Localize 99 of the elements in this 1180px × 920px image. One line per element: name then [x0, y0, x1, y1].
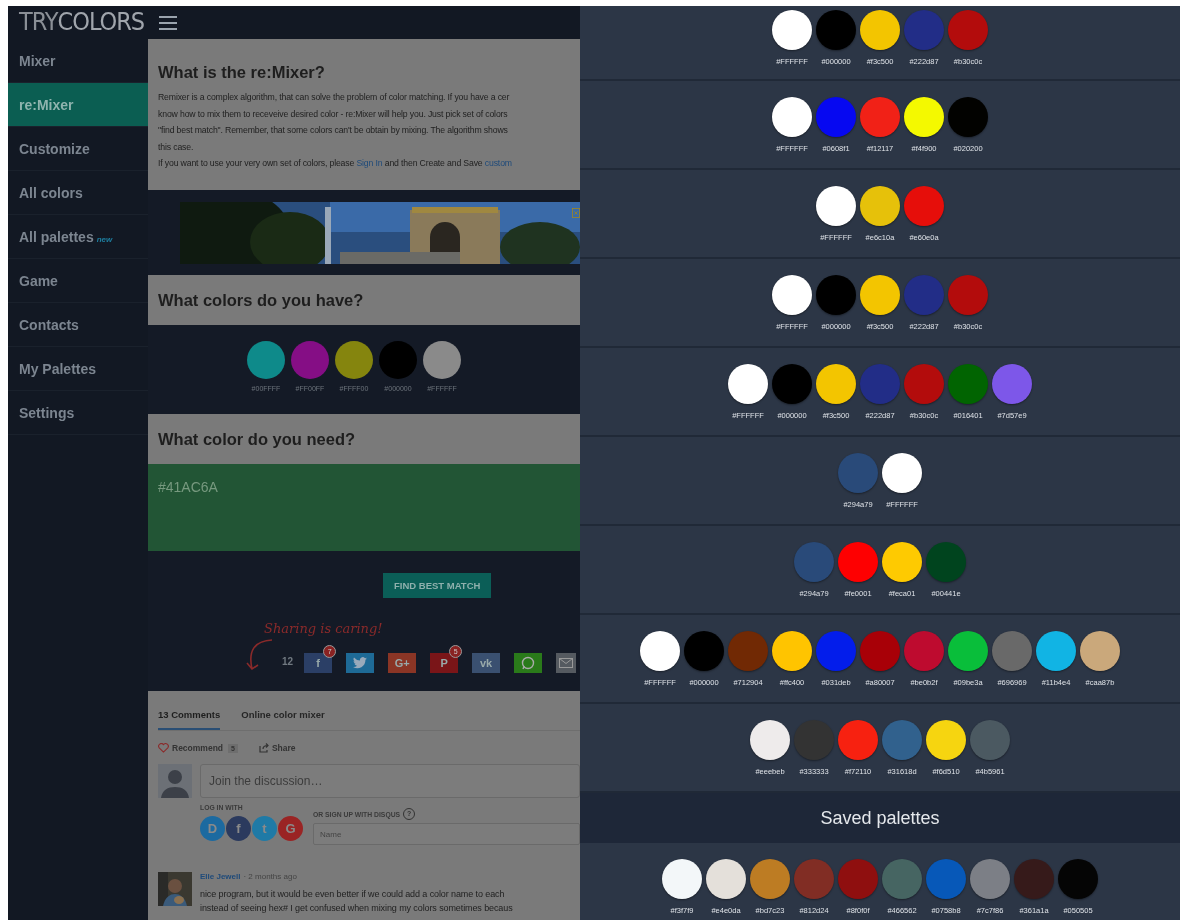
color-swatch[interactable] — [904, 97, 944, 137]
color-swatch[interactable] — [970, 720, 1010, 760]
color-swatch[interactable] — [860, 275, 900, 315]
color-swatch[interactable] — [992, 364, 1032, 404]
color-swatch[interactable] — [662, 859, 702, 899]
section-title: What colors do you have? — [158, 290, 364, 310]
color-swatch[interactable] — [772, 97, 812, 137]
color-swatch[interactable] — [772, 364, 812, 404]
twitter-share-button[interactable] — [346, 653, 375, 673]
email-share-button[interactable] — [556, 653, 577, 673]
color-swatch[interactable] — [904, 364, 944, 404]
color-swatch[interactable] — [904, 186, 944, 226]
color-input-field[interactable]: #41AC6A — [148, 464, 580, 551]
color-swatch[interactable] — [794, 542, 834, 582]
whatsapp-share-button[interactable] — [514, 653, 543, 673]
color-swatch[interactable] — [247, 341, 285, 379]
comments-tab[interactable]: 13 Comments — [158, 709, 221, 730]
comment-input-field[interactable]: Join the discussion… — [200, 764, 580, 798]
color-swatch[interactable] — [750, 720, 790, 760]
vk-share-button[interactable]: vk — [472, 653, 501, 673]
color-swatch[interactable] — [1014, 859, 1054, 899]
color-swatch[interactable] — [816, 364, 856, 404]
color-swatch[interactable] — [948, 631, 988, 671]
color-swatch[interactable] — [860, 97, 900, 137]
color-swatch[interactable] — [948, 364, 988, 404]
color-swatch[interactable] — [816, 631, 856, 671]
sidebar-item[interactable]: re:Mixer — [8, 83, 148, 127]
color-swatch[interactable] — [728, 364, 768, 404]
color-swatch[interactable] — [904, 631, 944, 671]
recommend-button[interactable]: Recommend — [158, 743, 223, 753]
color-swatch[interactable] — [904, 10, 944, 50]
color-swatch[interactable] — [882, 720, 922, 760]
share-icon — [258, 743, 269, 753]
color-swatch[interactable] — [860, 631, 900, 671]
comment-text: nice program, but it would be even better if we could add a color name to each instead of seeing hex# I get confused when mixing my colors sometimes becaus — [200, 888, 514, 915]
color-swatch[interactable] — [794, 859, 834, 899]
section-title: What color do you need? — [158, 429, 356, 449]
custom-link[interactable]: custom — [484, 158, 512, 168]
color-swatch[interactable] — [948, 97, 988, 137]
color-swatch[interactable] — [291, 341, 329, 379]
color-swatch[interactable] — [860, 10, 900, 50]
color-swatch[interactable] — [772, 10, 812, 50]
speech-bubble-icon — [521, 656, 536, 670]
pinterest-share-button[interactable]: P — [430, 653, 459, 673]
color-swatch[interactable] — [838, 859, 878, 899]
login-option-button[interactable]: f — [226, 816, 251, 841]
color-swatch[interactable] — [1036, 631, 1076, 671]
color-swatch[interactable] — [948, 275, 988, 315]
color-swatch[interactable] — [1080, 631, 1120, 671]
color-swatch[interactable] — [970, 859, 1010, 899]
color-swatch[interactable] — [684, 631, 724, 671]
comment-author-link[interactable]: Elle Jewell — [200, 872, 241, 881]
color-swatch[interactable] — [1058, 859, 1098, 899]
color-swatch[interactable] — [860, 186, 900, 226]
color-swatch[interactable] — [926, 859, 966, 899]
color-swatch[interactable] — [772, 631, 812, 671]
facebook-share-button[interactable]: f — [304, 653, 333, 673]
color-swatch[interactable] — [992, 631, 1032, 671]
google-share-button[interactable]: G+ — [388, 653, 417, 673]
color-swatch[interactable] — [838, 720, 878, 760]
login-option-button[interactable]: G — [278, 816, 303, 841]
avatar-icon — [158, 764, 192, 798]
color-swatch[interactable] — [882, 453, 922, 493]
color-swatch[interactable] — [728, 631, 768, 671]
color-swatch[interactable] — [926, 542, 966, 582]
share-count: 12 — [282, 656, 294, 667]
curved-arrow-icon — [246, 637, 274, 673]
color-swatch[interactable] — [816, 275, 856, 315]
color-swatch[interactable] — [816, 97, 856, 137]
color-swatch[interactable] — [335, 341, 373, 379]
color-swatch[interactable] — [379, 341, 417, 379]
color-swatch[interactable] — [772, 275, 812, 315]
menu-icon[interactable] — [159, 15, 177, 30]
color-swatch[interactable] — [882, 859, 922, 899]
intro-paragraph: Remixer is a complex algorithm, that can solve the problem of color matching. If you have a cer know how to mix them to receveive desired color - re:Mixer will help you. Just pick set of colors "find best match". Remember, that some colors can't be obtain by mixing. The algorithm shows this case. If you want to use your very own set of colors, please Sign In and then Create and Save custom — [158, 91, 513, 170]
color-swatch[interactable] — [860, 364, 900, 404]
share-button[interactable]: Share — [258, 743, 296, 753]
color-swatch[interactable] — [816, 10, 856, 50]
section-title: What is the re:Mixer? — [158, 63, 326, 82]
section-title: Saved palettes — [820, 807, 940, 829]
color-swatch[interactable] — [838, 542, 878, 582]
color-swatch[interactable] — [816, 186, 856, 226]
envelope-icon — [559, 658, 574, 668]
find-best-match-button[interactable]: FIND BEST MATCH — [383, 573, 492, 598]
site-logo[interactable]: TRYCOLORS — [8, 6, 148, 39]
sign-in-link[interactable]: Sign In — [356, 158, 383, 168]
color-swatch[interactable] — [926, 720, 966, 760]
comments-tab[interactable]: Online color mixer — [241, 709, 325, 730]
color-swatch[interactable] — [882, 542, 922, 582]
color-swatch[interactable] — [423, 341, 461, 379]
color-swatch[interactable] — [948, 10, 988, 50]
sharing-tagline: Sharing is caring! — [264, 621, 384, 638]
bird-icon — [353, 657, 368, 669]
heart-icon — [158, 743, 169, 753]
color-swatch[interactable] — [640, 631, 680, 671]
color-swatch[interactable] — [838, 453, 878, 493]
color-swatch[interactable] — [750, 859, 790, 899]
color-swatch[interactable] — [904, 275, 944, 315]
color-swatch[interactable] — [706, 859, 746, 899]
